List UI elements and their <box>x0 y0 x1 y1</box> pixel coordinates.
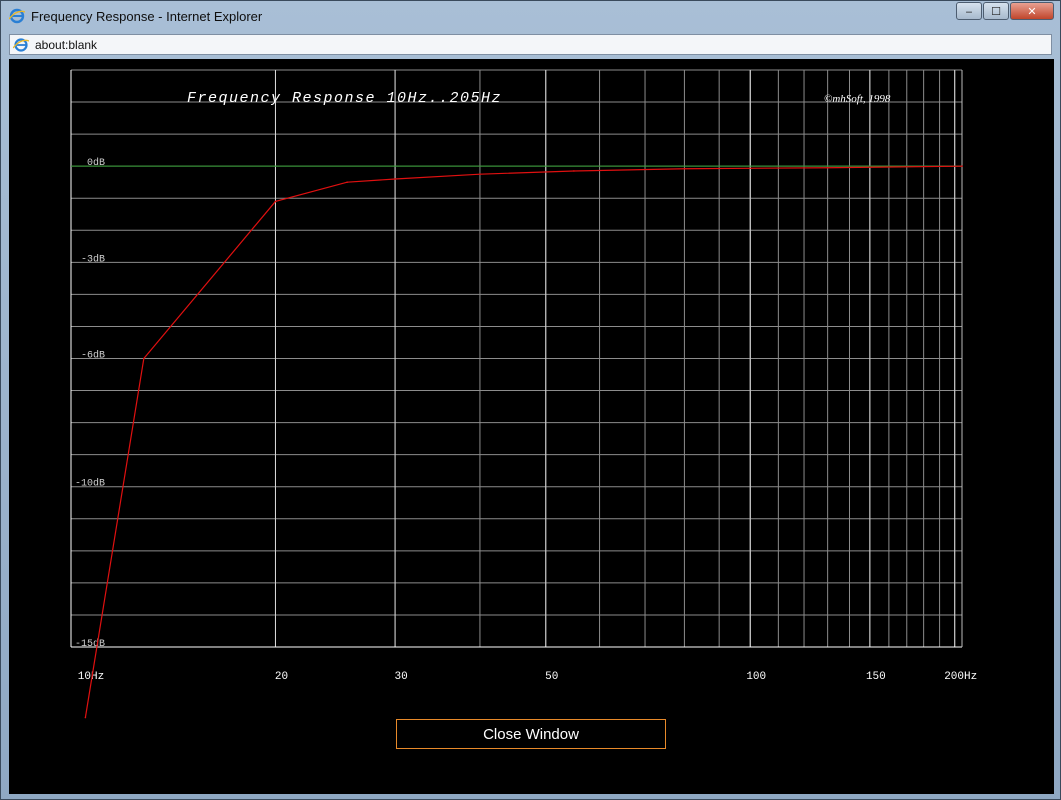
x-tick-label: 50 <box>545 671 558 683</box>
series-point <box>573 170 575 172</box>
y-tick-label: -6dB <box>81 350 105 362</box>
close-window-page-button[interactable]: Close Window <box>396 719 666 749</box>
series-point <box>479 173 481 175</box>
series-point <box>961 165 963 167</box>
window-title: Frequency Response - Internet Explorer <box>31 8 263 24</box>
x-tick-label: 30 <box>394 671 407 683</box>
chart-annotation: ©mhSoft, 1998 <box>824 93 891 105</box>
series-line <box>84 165 963 718</box>
series-point <box>84 716 87 719</box>
x-tick-label: 200Hz <box>944 671 977 683</box>
internet-explorer-page-icon <box>13 37 29 52</box>
title-bar[interactable]: Frequency Response - Internet Explorer ‒… <box>1 1 1060 31</box>
y-tick-label: -10dB <box>75 478 105 490</box>
address-text: about:blank <box>35 37 98 52</box>
window-controls: ‒ ☐ ✕ <box>955 2 1054 20</box>
address-bar[interactable]: about:blank <box>9 34 1052 55</box>
x-tick-label: 150 <box>866 671 886 683</box>
series-point <box>394 178 396 180</box>
y-tick-label: -15dB <box>75 638 105 650</box>
series-point <box>274 200 277 203</box>
series-point <box>346 181 348 183</box>
x-tick-label: 100 <box>746 671 766 683</box>
browser-window: Frequency Response - Internet Explorer ‒… <box>0 0 1061 800</box>
internet-explorer-icon <box>9 8 25 24</box>
y-tick-label: -3dB <box>81 253 105 265</box>
close-window-button[interactable]: ✕ <box>1010 2 1054 20</box>
chart-title: Frequency Response 10Hz..205Hz <box>187 90 502 107</box>
frequency-response-chart: 0dB-3dB-6dB-10dB-15dB10Hz 20 30 50 100 150 200… <box>70 69 977 719</box>
maximize-button[interactable]: ☐ <box>983 2 1009 20</box>
page-content: 0dB -3dB -6dB -10dB -15dB 10Hz 20 30 50 100 150 200… <box>9 59 1054 794</box>
minimize-button[interactable]: ‒ <box>956 2 982 20</box>
series-point <box>143 357 145 360</box>
series-point <box>826 166 829 169</box>
series-point <box>683 167 686 170</box>
x-tick-label: 20 <box>275 671 288 683</box>
y-tick-label: 0dB <box>87 157 105 169</box>
